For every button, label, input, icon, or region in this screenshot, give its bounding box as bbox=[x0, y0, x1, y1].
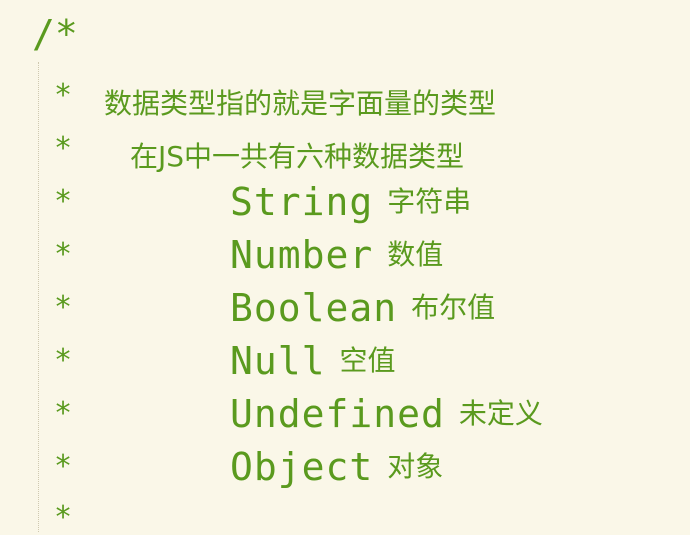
type-name: Object bbox=[230, 445, 374, 489]
indent-guide bbox=[38, 62, 39, 532]
type-name: Boolean bbox=[230, 286, 398, 330]
type-name: String bbox=[230, 180, 374, 224]
type-desc: 字符串 bbox=[387, 185, 472, 218]
comment-star: * bbox=[54, 237, 73, 272]
type-desc: 对象 bbox=[387, 450, 444, 483]
type-desc: 空值 bbox=[339, 344, 396, 377]
type-row-string: String 字符串 bbox=[230, 180, 471, 224]
comment-star: * bbox=[54, 131, 73, 166]
comment-star: * bbox=[54, 449, 73, 484]
type-desc: 未定义 bbox=[458, 397, 543, 430]
type-row-null: Null 空值 bbox=[230, 339, 396, 383]
comment-star: * bbox=[54, 184, 73, 219]
type-row-number: Number 数值 bbox=[230, 233, 443, 277]
comment-star: * bbox=[54, 343, 73, 378]
comment-line-1: 数据类型指的就是字面量的类型 bbox=[104, 87, 497, 120]
comment-open: /* bbox=[32, 12, 78, 56]
comment-star: * bbox=[54, 396, 73, 431]
type-desc: 数值 bbox=[387, 238, 444, 271]
comment-line-2: 在JS中一共有六种数据类型 bbox=[130, 140, 465, 173]
type-row-object: Object 对象 bbox=[230, 445, 443, 489]
type-name: Null bbox=[230, 339, 326, 383]
type-name: Number bbox=[230, 233, 374, 277]
type-desc: 布尔值 bbox=[411, 291, 496, 324]
comment-star: * bbox=[54, 290, 73, 325]
type-row-undefined: Undefined 未定义 bbox=[230, 392, 543, 436]
type-row-boolean: Boolean 布尔值 bbox=[230, 286, 495, 330]
comment-star: * bbox=[54, 78, 73, 113]
code-editor[interactable]: /* * 数据类型指的就是字面量的类型 * 在JS中一共有六种数据类型 * St… bbox=[0, 0, 690, 535]
type-name: Undefined bbox=[230, 392, 445, 436]
